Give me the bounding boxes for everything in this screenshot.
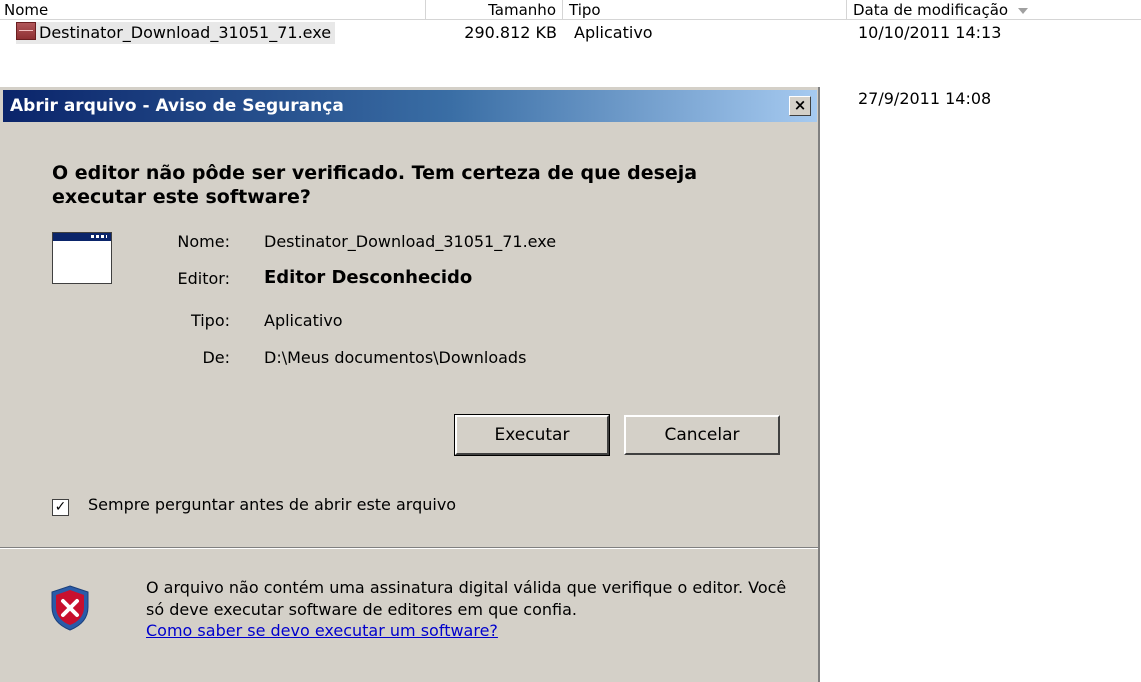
application-icon	[16, 22, 36, 40]
publisher-label: Editor:	[177, 269, 230, 288]
shield-error-icon	[51, 585, 89, 631]
file-date: 10/10/2011 14:13	[858, 23, 1002, 42]
file-name-cell[interactable]: Destinator_Download_31051_71.exe	[14, 22, 426, 44]
dialog-titlebar[interactable]: Abrir arquivo - Aviso de Segurança ×	[3, 90, 817, 122]
sort-descending-icon	[1018, 7, 1029, 14]
always-ask-checkbox[interactable]: ✓	[52, 499, 69, 516]
name-value: Destinator_Download_31051_71.exe	[264, 232, 557, 251]
column-header-date[interactable]: Data de modificação	[847, 0, 1141, 20]
column-header-date-label: Data de modificação	[853, 1, 1009, 19]
column-header-size[interactable]: Tamanho	[426, 0, 563, 20]
file-row[interactable]: Destinator_Download_31051_71.exe 290.812…	[0, 22, 1141, 44]
always-ask-label[interactable]: Sempre perguntar antes de abrir este arq…	[88, 495, 456, 514]
security-warning-dialog: Abrir arquivo - Aviso de Segurança × O e…	[0, 87, 820, 682]
column-header-type[interactable]: Tipo	[563, 0, 847, 20]
type-value: Aplicativo	[264, 311, 343, 330]
warning-message: O arquivo não contém uma assinatura digi…	[146, 578, 787, 619]
close-button[interactable]: ×	[789, 96, 811, 116]
file-name-selection: Destinator_Download_31051_71.exe	[16, 22, 336, 44]
file-type: Aplicativo	[574, 23, 653, 42]
column-header-name[interactable]: Nome	[0, 0, 426, 20]
help-link[interactable]: Como saber se devo executar um software?	[146, 621, 498, 640]
publisher-value: Editor Desconhecido	[264, 267, 473, 288]
file-date-row2: 27/9/2011 14:08	[858, 89, 992, 108]
file-name: Destinator_Download_31051_71.exe	[39, 23, 332, 42]
warning-headline: O editor não pôde ser verificado. Tem ce…	[52, 162, 698, 208]
file-size: 290.812 KB	[464, 23, 557, 42]
run-button[interactable]: Executar	[454, 414, 610, 456]
type-label: Tipo:	[190, 311, 230, 330]
name-label: Nome:	[177, 232, 230, 251]
from-label: De:	[202, 348, 230, 367]
separator	[0, 547, 818, 549]
from-value: D:\Meus documentos\Downloads	[264, 348, 527, 367]
cancel-button[interactable]: Cancelar	[624, 415, 780, 455]
dialog-title: Abrir arquivo - Aviso de Segurança	[10, 96, 344, 116]
